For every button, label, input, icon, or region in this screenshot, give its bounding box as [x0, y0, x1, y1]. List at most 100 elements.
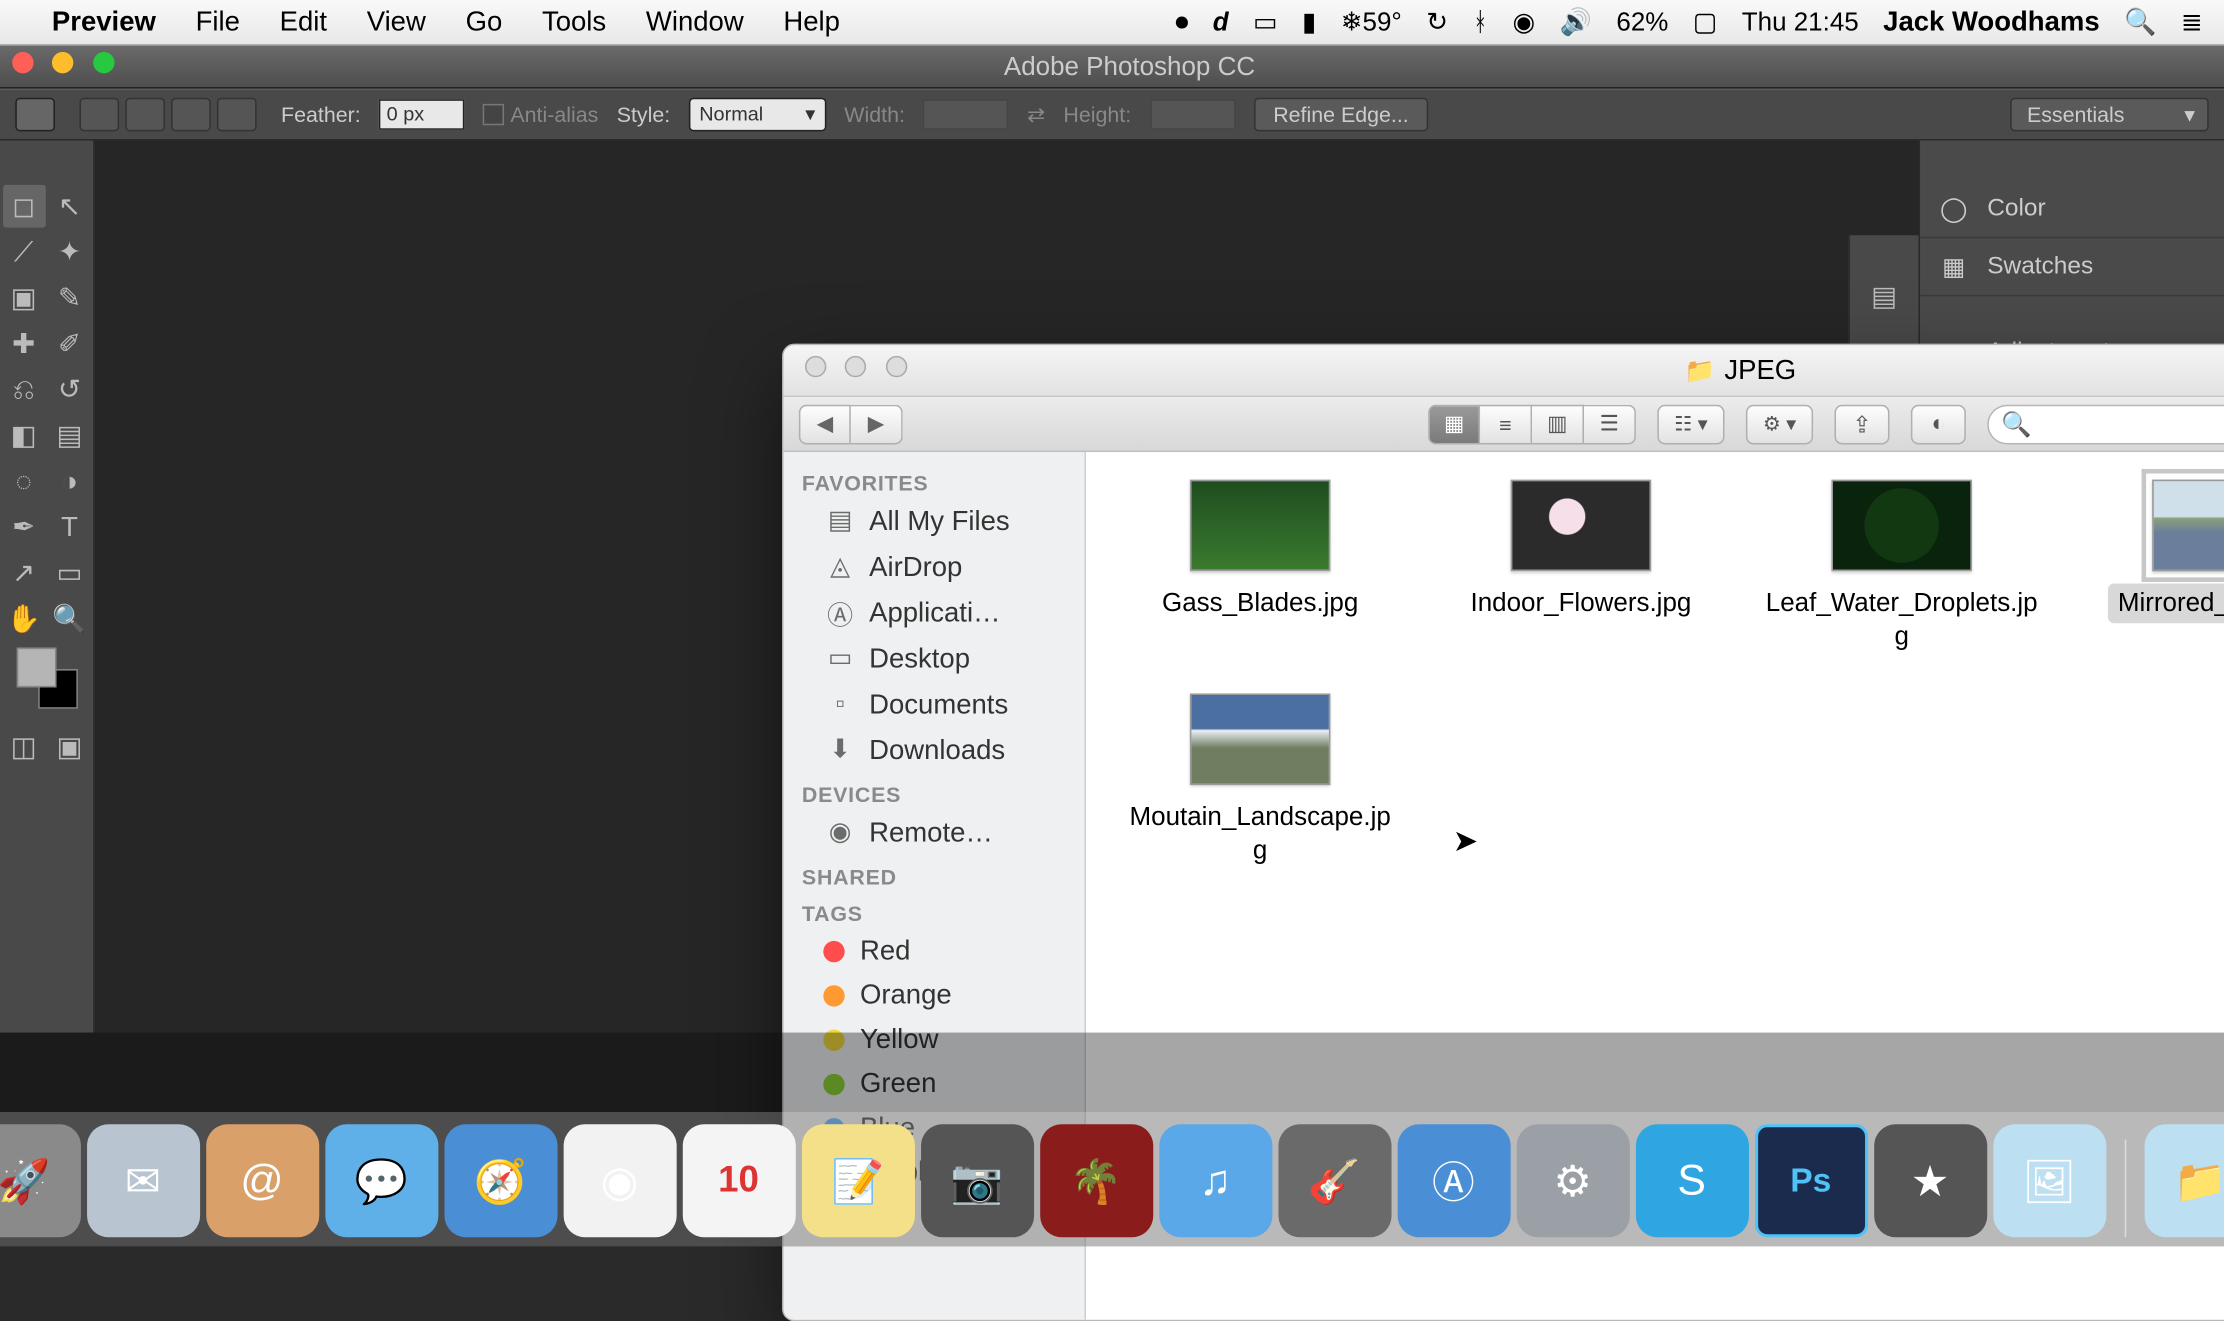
dock-app-systemprefs[interactable]: ⚙ — [1516, 1124, 1629, 1237]
finder-close-button[interactable] — [805, 356, 826, 377]
volume-icon[interactable]: 🔊 — [1560, 7, 1592, 38]
file-thumbnail[interactable] — [1190, 480, 1331, 572]
arrange-dropdown[interactable]: ☷ ▾ — [1657, 404, 1724, 444]
panel-color[interactable]: ◯Color — [1920, 180, 2224, 238]
file-item[interactable]: Gass_Blades.jpg — [1107, 480, 1412, 657]
clone-stamp-tool[interactable]: ⎌ — [2, 368, 45, 411]
selection-subtract-button[interactable] — [171, 98, 211, 132]
weather-indicator[interactable]: ❄ 59° — [1341, 7, 1402, 38]
sidebar-item-desktop[interactable]: ▭Desktop — [784, 635, 1085, 681]
airplay-icon[interactable]: ▭ — [1253, 7, 1278, 38]
file-item[interactable]: Mirrored_Lake.jpg — [2070, 480, 2224, 657]
dock-app-contacts[interactable]: @ — [205, 1124, 318, 1237]
clock[interactable]: Thu 21:45 — [1742, 7, 1859, 38]
dock-app-garageband[interactable]: 🎸 — [1278, 1124, 1391, 1237]
action-dropdown[interactable]: ⚙ ▾ — [1746, 404, 1813, 444]
dock-app-mail[interactable]: ✉ — [86, 1124, 199, 1237]
dock-app-appstore[interactable]: Ⓐ — [1397, 1124, 1510, 1237]
menu-tools[interactable]: Tools — [542, 6, 606, 38]
foreground-color-swatch[interactable] — [16, 648, 56, 688]
refine-edge-button[interactable]: Refine Edge... — [1253, 98, 1428, 132]
window-close-button[interactable] — [12, 52, 33, 73]
finder-zoom-button[interactable] — [886, 356, 907, 377]
dodge-tool[interactable]: ◑ — [48, 460, 91, 503]
file-thumbnail[interactable] — [1190, 694, 1331, 786]
hand-tool[interactable]: ✋ — [2, 597, 45, 640]
file-name-label[interactable]: Leaf_Water_Droplets.jpg — [1757, 583, 2047, 657]
file-name-label[interactable]: Gass_Blades.jpg — [1153, 583, 1368, 623]
dock-app-safari[interactable]: 🧭 — [444, 1124, 557, 1237]
menubar-extra-d-icon[interactable]: d — [1213, 7, 1229, 38]
battery-extra-icon[interactable]: ▮ — [1302, 7, 1316, 38]
menu-file[interactable]: File — [196, 6, 240, 38]
dock-app-itunes[interactable]: ♫ — [1159, 1124, 1272, 1237]
file-name-label[interactable]: Indoor_Flowers.jpg — [1461, 583, 1700, 623]
file-name-label[interactable]: Moutain_Landscape.jpg — [1115, 798, 1405, 872]
dock-app-notes[interactable]: 📝 — [801, 1124, 914, 1237]
file-thumbnail[interactable] — [2152, 480, 2224, 572]
blur-tool[interactable]: ◌ — [2, 460, 45, 503]
dock-app-messages[interactable]: 💬 — [325, 1124, 438, 1237]
eyedropper-tool[interactable]: ✎ — [48, 276, 91, 319]
feather-field[interactable]: 0 px — [379, 99, 465, 130]
path-selection-tool[interactable]: ↗ — [2, 551, 45, 594]
notification-center-icon[interactable]: ≣ — [2181, 7, 2203, 38]
style-dropdown[interactable]: Normal — [689, 98, 826, 132]
dock-app-photoshop[interactable]: Ps — [1754, 1124, 1867, 1237]
column-view-button[interactable]: ▥ — [1532, 404, 1584, 444]
dock-app-chrome[interactable]: ◉ — [563, 1124, 676, 1237]
back-button[interactable]: ◀ — [799, 404, 851, 444]
color-swatches[interactable] — [16, 648, 77, 709]
menu-help[interactable]: Help — [783, 6, 840, 38]
history-panel-icon[interactable]: ▤ — [1863, 275, 1906, 318]
marquee-tool[interactable]: ◻ — [2, 185, 45, 228]
share-button[interactable]: ⇪ — [1834, 404, 1889, 444]
brush-tool[interactable]: ✐ — [48, 322, 91, 365]
marquee-tool-indicator-icon[interactable] — [15, 98, 55, 132]
window-zoom-button[interactable] — [93, 52, 114, 73]
sidebar-tag-red[interactable]: Red — [784, 929, 1085, 973]
quickmask-button[interactable]: ◫ — [2, 726, 45, 769]
file-item[interactable]: Leaf_Water_Droplets.jpg — [1749, 480, 2054, 657]
spotlight-icon[interactable]: 🔍 — [2124, 7, 2156, 38]
tags-button[interactable]: ◐ — [1911, 404, 1966, 444]
type-tool[interactable]: T — [48, 506, 91, 549]
icon-view-button[interactable]: ▦ — [1428, 404, 1480, 444]
sidebar-tag-orange[interactable]: Orange — [784, 973, 1085, 1017]
dock-app-iphoto[interactable]: 🌴 — [1039, 1124, 1152, 1237]
finder-minimize-button[interactable] — [845, 356, 866, 377]
panel-swatches[interactable]: ▦Swatches — [1920, 238, 2224, 296]
menu-go[interactable]: Go — [466, 6, 503, 38]
selection-intersect-button[interactable] — [217, 98, 257, 132]
sidebar-item-downloads[interactable]: ⬇Downloads — [784, 727, 1085, 773]
menu-edit[interactable]: Edit — [280, 6, 327, 38]
screen-record-icon[interactable]: ⏺ — [1175, 7, 1188, 38]
battery-icon[interactable]: ▢ — [1693, 7, 1718, 38]
finder-titlebar[interactable]: 📁 JPEG ⤢ — [784, 345, 2224, 397]
workspace-switcher[interactable]: Essentials — [2010, 98, 2209, 132]
list-view-button[interactable]: ≡ — [1480, 404, 1532, 444]
zoom-tool[interactable]: 🔍 — [48, 597, 91, 640]
menu-window[interactable]: Window — [646, 6, 744, 38]
sidebar-item-remote-[interactable]: ◉Remote… — [784, 810, 1085, 856]
sidebar-item-all-my-files[interactable]: ▤All My Files — [784, 498, 1085, 544]
file-thumbnail[interactable] — [1511, 480, 1652, 572]
menu-view[interactable]: View — [367, 6, 426, 38]
selection-add-button[interactable] — [125, 98, 165, 132]
file-item[interactable]: Moutain_Landscape.jpg — [1107, 694, 1412, 871]
healing-brush-tool[interactable]: ✚ — [2, 322, 45, 365]
timemachine-icon[interactable]: ↻ — [1426, 7, 1448, 38]
dock-app-preview[interactable]: 🖼 — [1993, 1124, 2106, 1237]
eraser-tool[interactable]: ◧ — [2, 414, 45, 457]
dock-app-imovie[interactable]: ★ — [1873, 1124, 1986, 1237]
search-input[interactable] — [2038, 412, 2224, 436]
bluetooth-icon[interactable]: ᚼ — [1472, 7, 1488, 38]
sidebar-item-airdrop[interactable]: ◬AirDrop — [784, 544, 1085, 590]
move-tool[interactable]: ↖ — [48, 185, 91, 228]
dock-app-launchpad[interactable]: 🚀 — [0, 1124, 80, 1237]
magic-wand-tool[interactable]: ✦ — [48, 231, 91, 274]
pen-tool[interactable]: ✒ — [2, 506, 45, 549]
forward-button[interactable]: ▶ — [851, 404, 903, 444]
screenmode-button[interactable]: ▣ — [48, 726, 91, 769]
file-name-label[interactable]: Mirrored_Lake.jpg — [2109, 583, 2224, 623]
